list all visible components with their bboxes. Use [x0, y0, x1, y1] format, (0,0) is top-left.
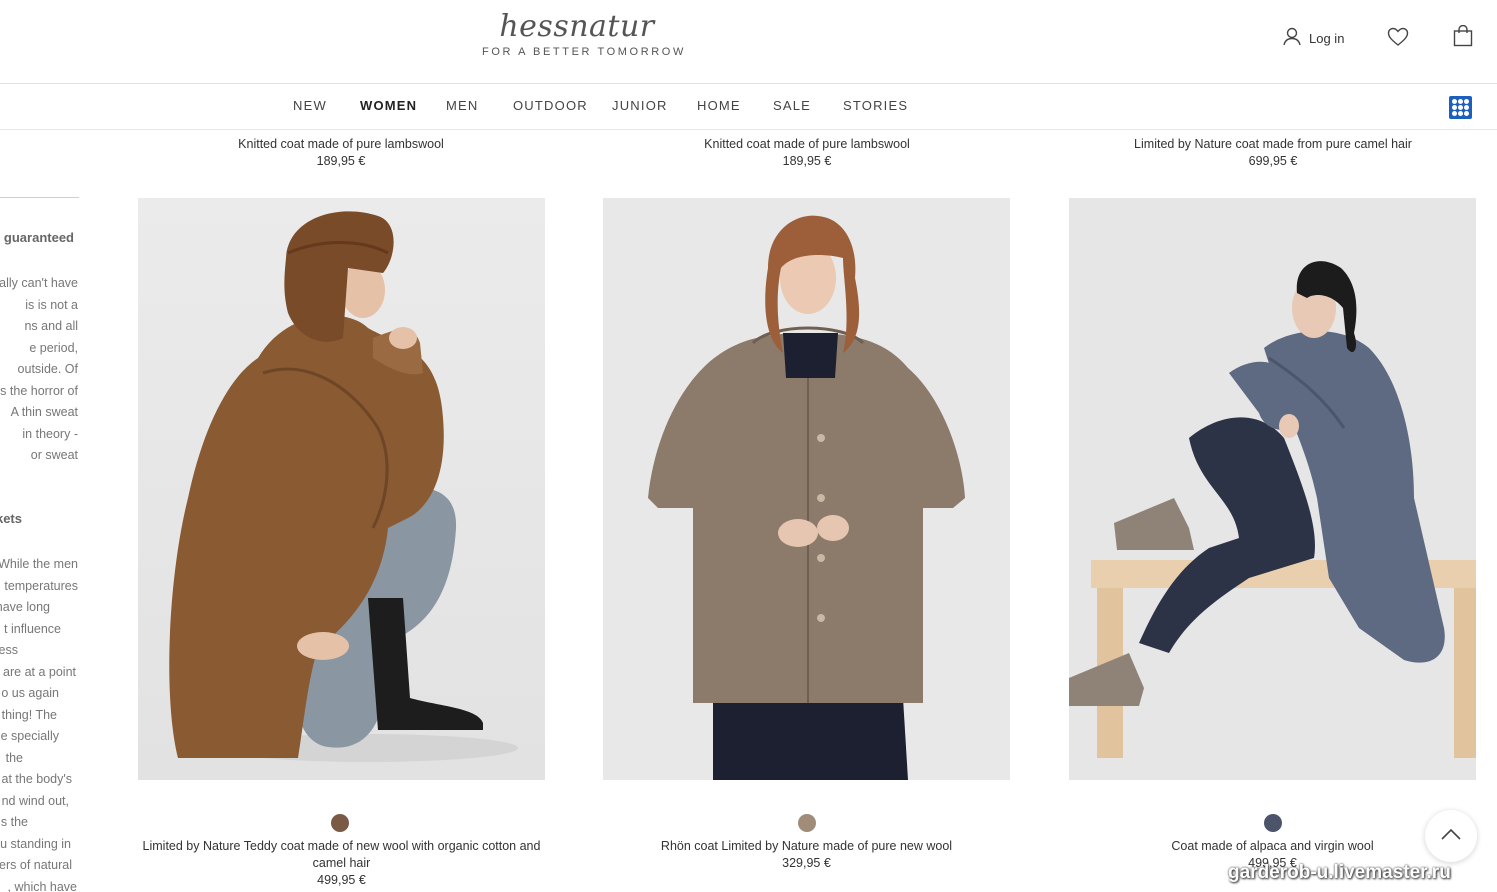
article-line: at the body's [1, 772, 73, 786]
product-card-caption[interactable]: Limited by Nature coat made from pure ca… [1063, 136, 1483, 170]
article-line: o us again [1, 686, 59, 700]
brand-logo[interactable]: hessnatur FOR A BETTER TOMORROW [482, 9, 686, 59]
login-button[interactable]: Log in [1282, 26, 1344, 51]
article-line: s the horror of [0, 383, 78, 398]
nav-item-home[interactable]: HOME [697, 98, 741, 113]
article-line: in theory - [22, 426, 78, 441]
article-heading: kets [0, 511, 22, 526]
chevron-up-icon [1441, 827, 1461, 845]
product-title: Knitted coat made of pure lambswool [238, 137, 444, 151]
article-line: thing! The [1, 707, 57, 722]
nav-item-sale[interactable]: SALE [773, 98, 811, 113]
product-image-rhoen-coat[interactable] [603, 198, 1010, 780]
article-line: e period, [29, 340, 78, 355]
color-swatch[interactable] [798, 814, 816, 832]
article-line: nd wind out, [1, 793, 69, 808]
article-line: ns and all [24, 319, 78, 333]
article-line: u standing in [0, 836, 71, 851]
user-icon [1282, 26, 1302, 51]
grid-view-icon[interactable] [1449, 96, 1472, 119]
article-line: ally can't have [0, 276, 78, 290]
nav-item-new[interactable]: NEW [293, 98, 327, 113]
article-line: A thin sweat [10, 405, 78, 419]
nav-item-men[interactable]: MEN [446, 98, 479, 113]
main-navigation: NEW WOMEN MEN OUTDOOR JUNIOR HOME SALE S… [0, 84, 1497, 130]
product-card-caption[interactable]: Knitted coat made of pure lambswool 189,… [131, 136, 551, 170]
article-line: s the [0, 815, 28, 829]
product-title: Limited by Nature Teddy coat made of new… [142, 839, 541, 870]
article-line: , which have [7, 879, 77, 892]
product-card-caption[interactable]: Knitted coat made of pure lambswool 189,… [597, 136, 1017, 170]
article-line: or sweat [30, 448, 78, 462]
product-price: 329,95 € [782, 856, 831, 870]
brand-name: hessnatur [499, 9, 655, 44]
product-title: Limited by Nature coat made from pure ca… [1134, 137, 1412, 151]
product-image-alpaca-coat[interactable] [1069, 198, 1476, 780]
product-price: 189,95 € [316, 154, 366, 168]
brand-tagline: FOR A BETTER TOMORROW [482, 46, 686, 58]
watermark-text: garderob-u.livemaster.ru [1228, 862, 1451, 883]
product-price: 699,95 € [1248, 154, 1298, 168]
product-card-caption[interactable]: Limited by Nature Teddy coat made of new… [138, 838, 545, 889]
product-card-caption[interactable]: Rhön coat Limited by Nature made of pure… [603, 838, 1010, 872]
product-price: 499,95 € [317, 873, 366, 887]
color-swatch[interactable] [1264, 814, 1282, 832]
article-line: e specially [0, 729, 59, 743]
article-line: ess [0, 643, 18, 657]
product-title: Knitted coat made of pure lambswool [704, 137, 910, 151]
shopping-bag-icon[interactable] [1453, 24, 1473, 52]
scroll-to-top-button[interactable] [1425, 810, 1477, 862]
article-line: temperatures [4, 578, 78, 593]
nav-item-junior[interactable]: JUNIOR [612, 98, 668, 113]
article-line: is is not a [25, 297, 78, 312]
color-swatch[interactable] [331, 814, 349, 832]
site-header: hessnatur FOR A BETTER TOMORROW Log in [0, 0, 1497, 84]
article-line: ers of natural [0, 858, 72, 872]
product-title: Rhön coat Limited by Nature made of pure… [660, 839, 953, 853]
side-article: e guaranteed ally can't have is is not a… [0, 0, 79, 892]
nav-item-outdoor[interactable]: OUTDOOR [513, 98, 588, 113]
login-label: Log in [1309, 31, 1345, 46]
product-title: Coat made of alpaca and virgin wool [1171, 839, 1374, 853]
wishlist-heart-icon[interactable] [1387, 27, 1409, 52]
article-line: have long [0, 600, 50, 614]
article-line: t influence [4, 621, 61, 636]
article-heading: e guaranteed [0, 230, 74, 245]
article-line: outside. Of [17, 362, 78, 376]
article-line: the [5, 750, 23, 765]
article-line: While the men [0, 557, 78, 571]
product-price: 189,95 € [782, 154, 832, 168]
nav-item-women[interactable]: WOMEN [360, 98, 417, 113]
product-image-teddy-coat[interactable] [138, 198, 545, 780]
nav-item-stories[interactable]: STORIES [843, 98, 908, 113]
article-line: are at a point [3, 664, 76, 679]
